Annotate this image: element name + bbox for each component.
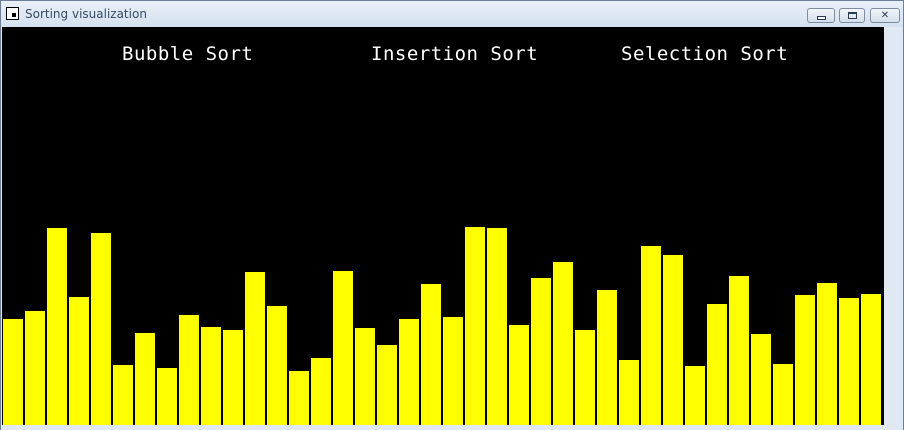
bar-22 xyxy=(465,227,485,425)
bar-5 xyxy=(91,233,111,425)
bar-26 xyxy=(553,262,573,425)
bubble-sort-label: Bubble Sort xyxy=(122,43,254,65)
window-title: Sorting visualization xyxy=(25,7,147,21)
bar-40 xyxy=(861,294,881,425)
bar-20 xyxy=(421,284,441,425)
bar-8 xyxy=(157,368,177,425)
window-frame-right xyxy=(884,27,903,425)
visualization-canvas: Bubble Sort Insertion Sort Selection Sor… xyxy=(2,27,884,425)
bar-7 xyxy=(135,333,155,425)
bar-25 xyxy=(531,278,551,425)
bar-39 xyxy=(839,298,859,425)
bar-4 xyxy=(69,297,89,425)
selection-sort-label: Selection Sort xyxy=(621,43,789,65)
bar-17 xyxy=(355,328,375,425)
bar-38 xyxy=(817,283,837,425)
title-bar[interactable]: Sorting visualization ✕ xyxy=(1,1,903,27)
bar-2 xyxy=(25,311,45,425)
bar-15 xyxy=(311,358,331,425)
bars-area xyxy=(3,227,881,425)
bar-19 xyxy=(399,319,419,425)
bar-9 xyxy=(179,315,199,425)
app-icon[interactable] xyxy=(6,7,19,20)
insertion-sort-label: Insertion Sort xyxy=(371,43,539,65)
bar-6 xyxy=(113,365,133,425)
bar-27 xyxy=(575,330,595,425)
bar-23 xyxy=(487,228,507,425)
bar-32 xyxy=(685,366,705,425)
bar-11 xyxy=(223,330,243,425)
app-window: Sorting visualization ✕ Bubble Sort Inse… xyxy=(0,0,904,430)
bar-18 xyxy=(377,345,397,425)
bar-34 xyxy=(729,276,749,425)
minimize-icon xyxy=(817,16,826,20)
close-icon: ✕ xyxy=(880,9,890,21)
bar-10 xyxy=(201,327,221,425)
bar-21 xyxy=(443,317,463,425)
maximize-button[interactable] xyxy=(839,8,865,23)
bar-16 xyxy=(333,271,353,425)
close-button[interactable]: ✕ xyxy=(870,8,900,23)
bar-37 xyxy=(795,295,815,425)
bar-3 xyxy=(47,228,67,425)
minimize-button[interactable] xyxy=(807,8,835,23)
bar-33 xyxy=(707,304,727,425)
bar-28 xyxy=(597,290,617,425)
bar-29 xyxy=(619,360,639,425)
bar-36 xyxy=(773,364,793,425)
bar-13 xyxy=(267,306,287,425)
bar-35 xyxy=(751,334,771,425)
bar-14 xyxy=(289,371,309,425)
bar-1 xyxy=(3,319,23,425)
bar-12 xyxy=(245,272,265,425)
maximize-icon xyxy=(848,12,857,19)
window-frame-bottom xyxy=(1,425,903,430)
bar-24 xyxy=(509,325,529,425)
bar-31 xyxy=(663,255,683,425)
bar-30 xyxy=(641,246,661,425)
